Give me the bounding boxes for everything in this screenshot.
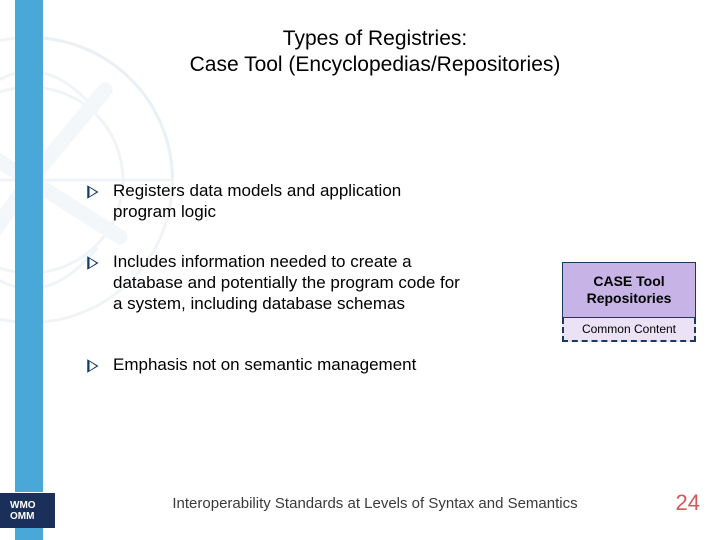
box-sub-label: Common Content (562, 318, 696, 342)
badge-line2: OMM (10, 511, 55, 522)
bullet-item: Emphasis not on semantic management (85, 354, 465, 375)
sidebar-stripe (15, 0, 43, 540)
title-line-2: Case Tool (Encyclopedias/Repositories) (70, 52, 680, 78)
badge-line1: WMO (10, 500, 55, 511)
chevron-bullet-icon (85, 183, 103, 201)
bullet-item: Registers data models and application pr… (85, 180, 465, 223)
bullet-list: Registers data models and application pr… (85, 180, 465, 404)
title-line-1: Types of Registries: (70, 26, 680, 52)
bullet-text: Emphasis not on semantic management (113, 354, 416, 375)
bullet-text: Includes information needed to create a … (113, 251, 465, 315)
footer: Interoperability Standards at Levels of … (70, 495, 680, 512)
chevron-bullet-icon (85, 357, 103, 375)
diagram-box: CASE Tool Repositories Common Content (562, 262, 696, 342)
bullet-text: Registers data models and application pr… (113, 180, 465, 223)
wmo-badge: WMO OMM (0, 492, 55, 528)
page-number: 24 (676, 490, 700, 516)
footer-text: Interoperability Standards at Levels of … (70, 495, 680, 512)
chevron-bullet-icon (85, 254, 103, 272)
bullet-item: Includes information needed to create a … (85, 251, 465, 315)
slide-title: Types of Registries: Case Tool (Encyclop… (70, 26, 680, 79)
box-main-label: CASE Tool Repositories (562, 262, 696, 318)
